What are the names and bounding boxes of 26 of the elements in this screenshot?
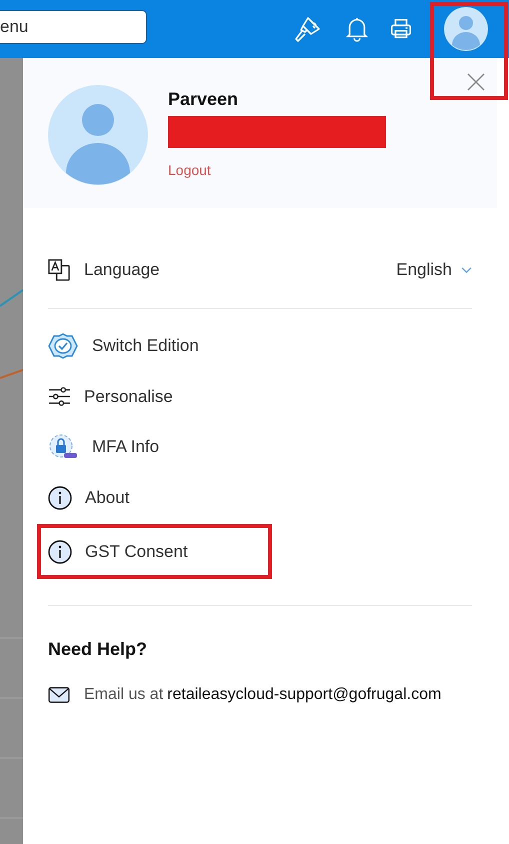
user-name: Parveen	[168, 88, 238, 110]
search-field[interactable]: enu	[0, 10, 147, 44]
lock-icon	[48, 434, 78, 460]
help-heading: Need Help?	[48, 639, 148, 660]
language-label: Language	[84, 260, 160, 280]
badge-check-icon	[48, 333, 78, 360]
printer-icon[interactable]	[389, 17, 413, 41]
email-link[interactable]: retaileasycloud-support@gofrugal.com	[167, 686, 442, 704]
translate-icon	[48, 258, 71, 282]
close-icon[interactable]	[467, 73, 485, 91]
menu-item[interactable]: MFA Info	[48, 422, 283, 472]
chevron-down-icon	[461, 266, 472, 274]
avatar-icon[interactable]	[444, 7, 488, 51]
info-icon	[48, 540, 72, 564]
bell-icon[interactable]	[345, 15, 369, 43]
menu-item[interactable]: Switch Edition	[48, 321, 283, 372]
menu-item[interactable]: About	[48, 472, 283, 523]
menu-item[interactable]: Personalise	[48, 372, 283, 422]
language-dropdown[interactable]: English	[396, 260, 472, 280]
avatar-icon	[48, 85, 148, 185]
menu-item[interactable]: GST Consent	[37, 524, 272, 579]
info-icon	[48, 486, 72, 510]
email-label: Email us at	[84, 686, 164, 704]
logout-link[interactable]: Logout	[168, 162, 211, 178]
envelope-icon	[48, 686, 70, 704]
sliders-icon	[48, 387, 71, 406]
